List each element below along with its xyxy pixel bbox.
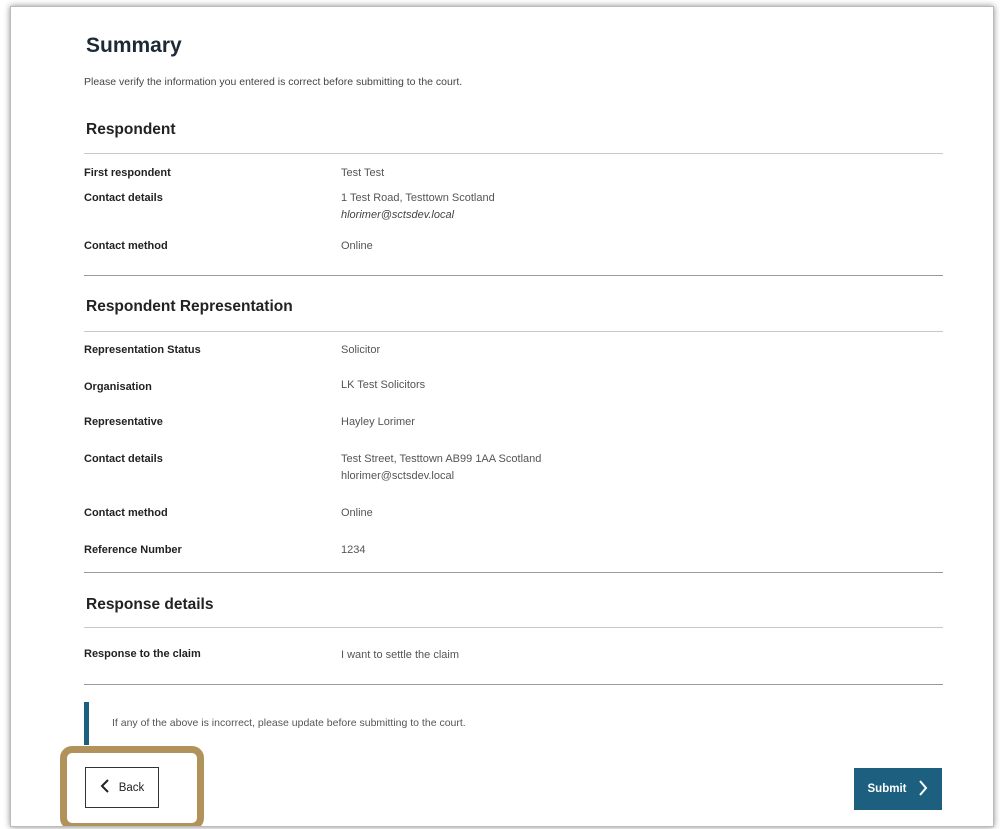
chevron-left-icon xyxy=(100,779,110,796)
representation-heading: Respondent Representation xyxy=(86,298,293,315)
respondent-contact-method-value: Online xyxy=(341,240,373,252)
response-to-claim-label: Response to the claim xyxy=(84,648,201,660)
divider xyxy=(84,627,943,628)
divider xyxy=(84,153,943,154)
representative-label: Representative xyxy=(84,416,163,428)
organisation-value: LK Test Solicitors xyxy=(341,379,426,391)
representation-status-label: Representation Status xyxy=(84,344,201,356)
respondent-contact-details-label: Contact details xyxy=(84,192,163,204)
organisation-label: Organisation xyxy=(84,381,152,393)
representation-contact-method-label: Contact method xyxy=(84,507,168,519)
response-to-claim-value: I want to settle the claim xyxy=(341,649,459,661)
reference-number-value: 1234 xyxy=(341,544,366,556)
response-heading: Response details xyxy=(86,596,214,613)
respondent-contact-method-label: Contact method xyxy=(84,240,168,252)
reference-number-label: Reference Number xyxy=(84,544,182,556)
page-title: Summary xyxy=(86,34,182,57)
notice-text: If any of the above is incorrect, please… xyxy=(112,717,466,729)
back-button[interactable]: Back xyxy=(85,767,159,808)
representative-value: Hayley Lorimer xyxy=(341,416,415,428)
respondent-contact-details-value: 1 Test Road, Testtown Scotland hlorimer@… xyxy=(341,190,495,224)
representation-contact-details-value: Test Street, Testtown AB99 1AA Scotland … xyxy=(341,451,541,485)
representation-address: Test Street, Testtown AB99 1AA Scotland xyxy=(341,453,542,465)
representation-contact-details-label: Contact details xyxy=(84,453,163,465)
respondent-heading: Respondent xyxy=(86,121,176,138)
back-button-label: Back xyxy=(118,781,145,794)
divider xyxy=(84,572,943,573)
notice-bar xyxy=(84,702,89,745)
chevron-right-icon xyxy=(918,779,928,799)
first-respondent-label: First respondent xyxy=(84,167,171,179)
intro-text: Please verify the information you entere… xyxy=(84,76,463,88)
submit-button-label: Submit xyxy=(867,783,907,795)
respondent-email: hlorimer@sctsdev.local xyxy=(341,209,455,221)
representation-status-value: Solicitor xyxy=(341,344,381,356)
divider xyxy=(84,684,943,685)
submit-button[interactable]: Submit xyxy=(854,768,942,810)
divider xyxy=(84,331,943,332)
respondent-address: 1 Test Road, Testtown Scotland xyxy=(341,192,495,204)
representation-contact-method-value: Online xyxy=(341,507,373,519)
first-respondent-value: Test Test xyxy=(341,167,385,179)
summary-window: Summary Please verify the information yo… xyxy=(10,6,994,827)
divider xyxy=(84,275,943,276)
representation-email: hlorimer@sctsdev.local xyxy=(341,470,455,482)
